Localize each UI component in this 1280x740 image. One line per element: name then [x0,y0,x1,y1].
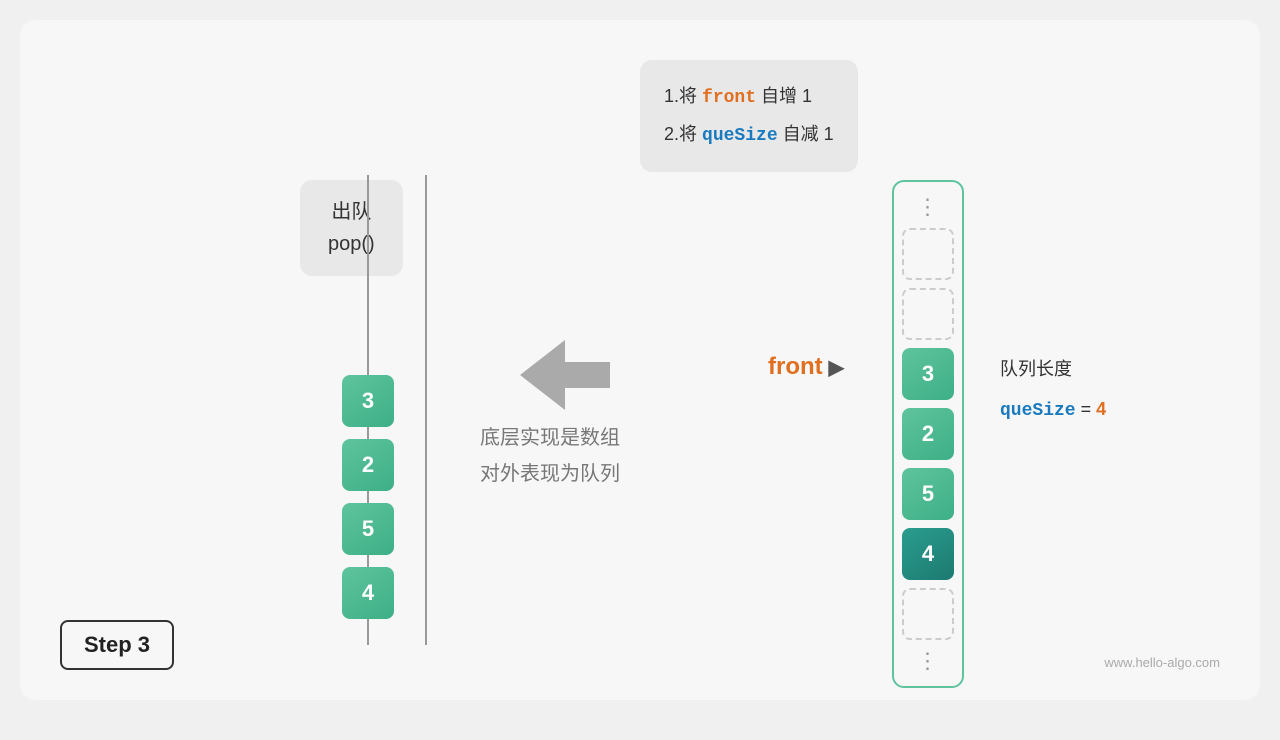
inst-front-keyword: front [702,88,756,108]
main-container: 1.将 front 自增 1 2.将 queSize 自减 1 出队 pop()… [20,20,1260,700]
instruction-line1: 1.将 front 自增 1 [664,78,834,116]
inst-line2-suffix: 自减 1 [778,124,834,144]
queue-equals: = [1076,399,1097,419]
left-cell-0: 3 [342,375,394,427]
inst-quesize-keyword: queSize [702,126,778,146]
queue-size-value: queSize = 4 [1000,390,1106,432]
empty-cell-2 [902,288,954,340]
right-cell-4: 4 [902,528,954,580]
right-cell-2: 2 [902,408,954,460]
step-badge: Step 3 [60,620,174,670]
top-dots: ⋮ [917,194,940,220]
queue-var: queSize [1000,401,1076,421]
front-arrow: ▶ [829,355,844,380]
watermark-text: www.hello-algo.com [1104,655,1220,670]
inst-line1-suffix: 自增 1 [756,86,812,106]
empty-cell-3 [902,588,954,640]
watermark: www.hello-algo.com [1104,655,1220,670]
inst-line1-prefix: 1.将 [664,86,702,106]
inst-line2-prefix: 2.将 [664,124,702,144]
front-text: front [768,353,823,381]
right-cell-5: 5 [902,468,954,520]
center-text-line1: 底层实现是数组 [480,420,620,456]
instruction-line2: 2.将 queSize 自减 1 [664,116,834,154]
stack-line-right [425,175,427,645]
left-cell-3: 4 [342,567,394,619]
bottom-dots: ⋮ [917,648,940,674]
center-text: 底层实现是数组 对外表现为队列 [480,420,620,492]
queue-value: 4 [1096,399,1106,419]
pop-box: 出队 pop() [300,180,403,276]
center-text-line2: 对外表现为队列 [480,456,620,492]
arrow-left [520,340,610,415]
step-label: Step 3 [84,632,150,657]
queue-label-text: 队列长度 [1000,359,1072,379]
left-cell-1: 2 [342,439,394,491]
empty-cell-1 [902,228,954,280]
instruction-box: 1.将 front 自增 1 2.将 queSize 自减 1 [640,60,858,172]
right-array: ⋮ 3 2 5 4 ⋮ [892,180,964,688]
queue-size-label: 队列长度 [1000,350,1106,390]
left-cell-2: 5 [342,503,394,555]
right-cell-3: 3 [902,348,954,400]
left-stack: 3 2 5 4 [342,375,394,625]
front-label: front ▶ [768,353,844,381]
queue-info: 队列长度 queSize = 4 [1000,350,1106,431]
